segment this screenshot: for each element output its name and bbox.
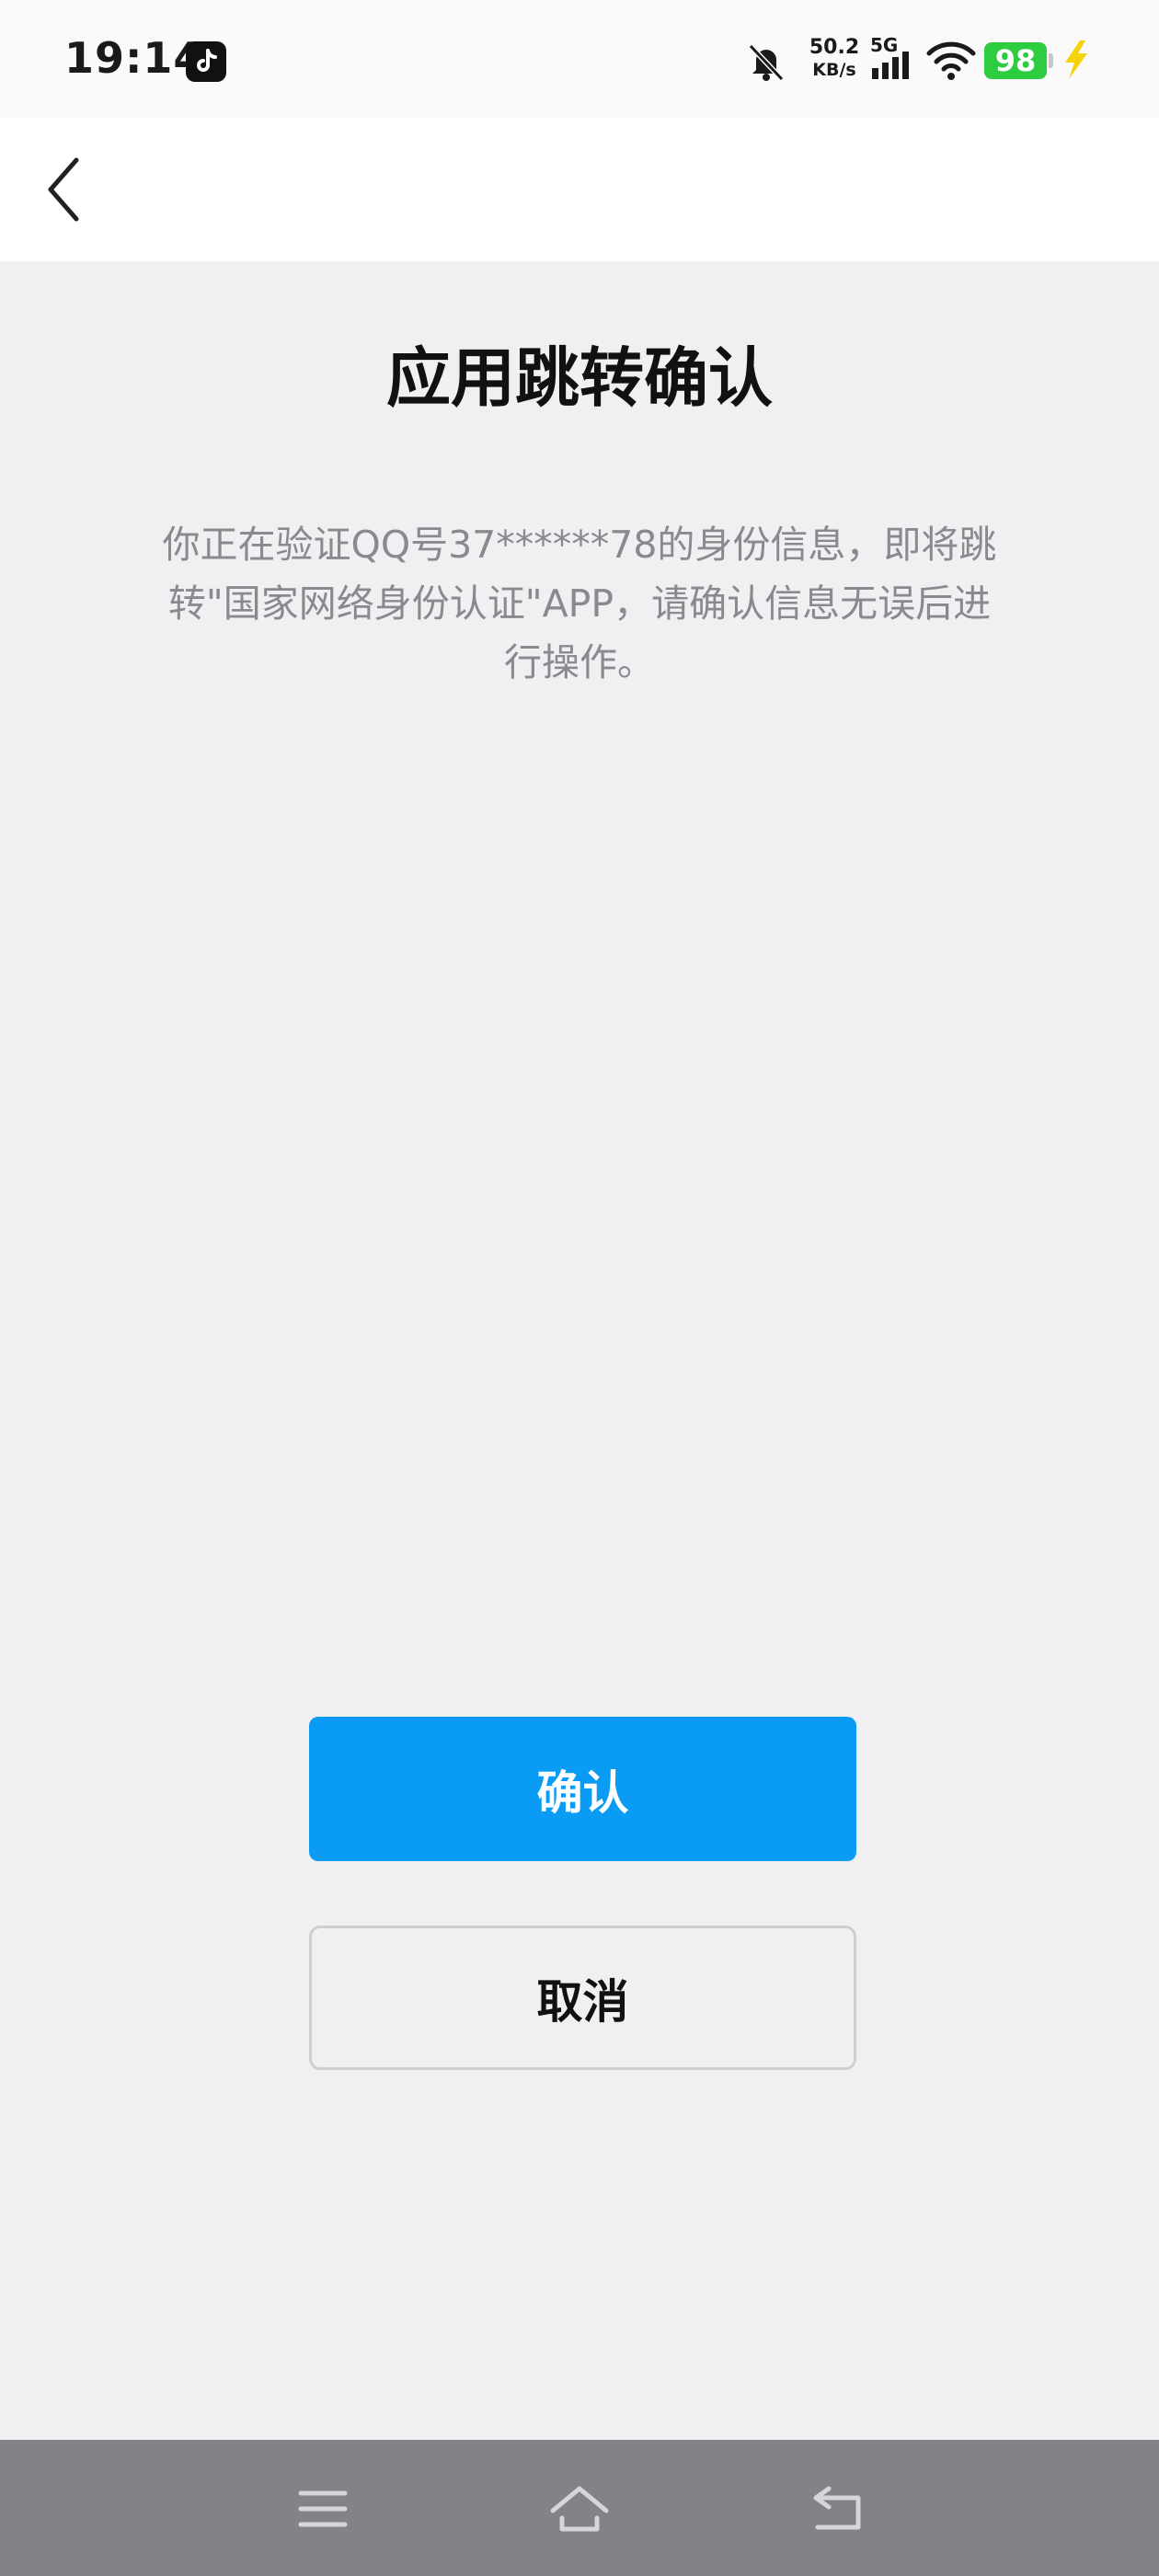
description-text: 你正在验证QQ号37******78的身份信息，即将跳转"国家网络身份认证"AP… [162, 523, 997, 684]
net-speed-unit: KB/s [812, 60, 856, 80]
signal-5g-icon: 5G [870, 37, 909, 79]
menu-icon [298, 2490, 348, 2527]
back-arrow-icon [813, 2486, 861, 2530]
confirm-button[interactable]: 确认 [309, 1717, 856, 1861]
menu-button[interactable] [272, 2458, 373, 2559]
cancel-button[interactable]: 取消 [309, 1926, 856, 2070]
system-nav-bar [0, 2440, 1159, 2576]
wifi-icon [926, 41, 976, 80]
back-nav-button[interactable] [787, 2458, 889, 2559]
net-speed-value: 50.2 [809, 36, 860, 59]
network-type-label: 5G [870, 37, 898, 56]
status-bar: 19:14 50.2 KB/s 5G 98 [0, 0, 1159, 118]
tiktok-icon [186, 41, 226, 82]
home-button[interactable] [529, 2458, 630, 2559]
back-button[interactable] [28, 144, 101, 236]
nav-header [0, 118, 1159, 261]
page-title: 应用跳转确认 [386, 340, 773, 416]
battery-tip [1049, 53, 1053, 68]
charging-bolt-icon [1065, 40, 1087, 79]
status-time: 19:14 [64, 33, 204, 83]
chevron-left-icon [48, 157, 79, 222]
net-speed: 50.2 KB/s [802, 37, 866, 81]
bell-off-icon [748, 43, 785, 82]
home-icon [550, 2486, 609, 2532]
battery-icon: 98 [984, 42, 1047, 79]
